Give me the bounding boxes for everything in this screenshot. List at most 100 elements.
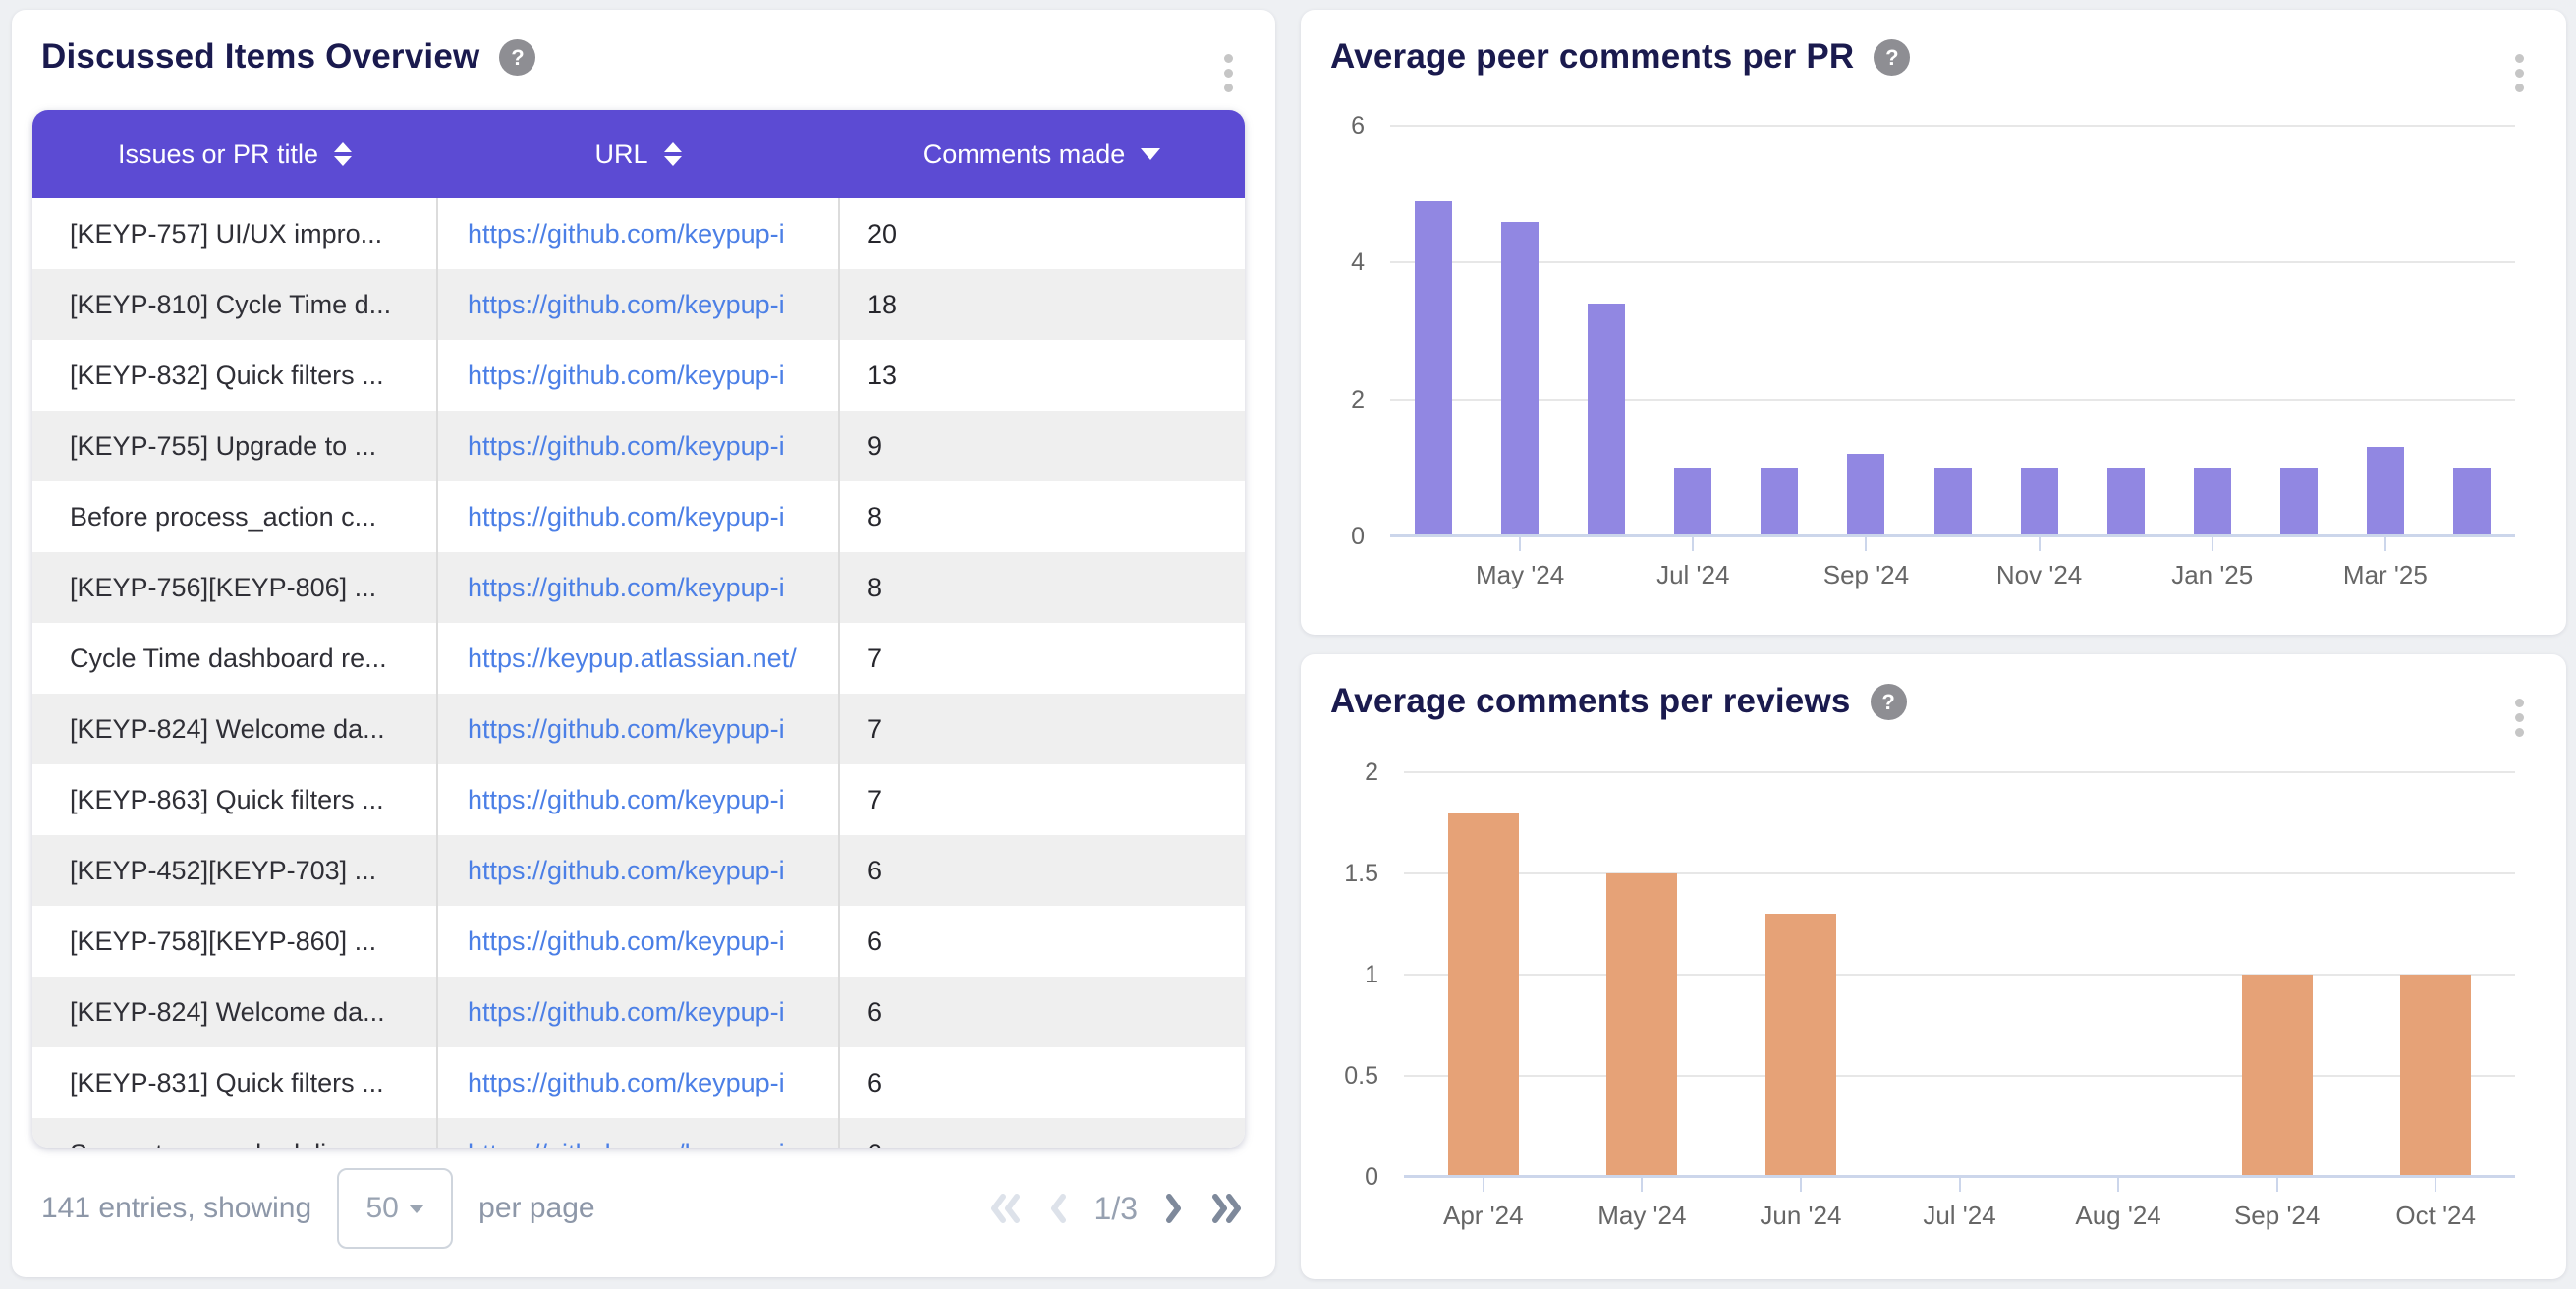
- x-axis-tick: [1865, 536, 1867, 551]
- chart-bar[interactable]: [1765, 914, 1836, 1177]
- url-link[interactable]: https://keypup.atlassian.net/: [468, 644, 797, 673]
- chart-bar[interactable]: [2194, 468, 2231, 536]
- chart-bar[interactable]: [1415, 201, 1452, 536]
- per-page-label: per page: [478, 1192, 594, 1225]
- chart-bar[interactable]: [2453, 468, 2491, 536]
- issue-title-cell: [KEYP-824] Welcome da...: [32, 694, 437, 764]
- comments-made-cell: 8: [839, 481, 1245, 552]
- table-row: [KEYP-824] Welcome da... https://github.c…: [32, 694, 1245, 764]
- x-axis-label: Jul '24: [1876, 1201, 2044, 1231]
- chart-bar[interactable]: [1448, 813, 1519, 1177]
- url-link[interactable]: https://github.com/keypup-i: [468, 219, 785, 249]
- url-link[interactable]: https://github.com/keypup-i: [468, 361, 785, 390]
- kebab-menu-icon[interactable]: [1208, 43, 1248, 102]
- gridline: [1404, 872, 2515, 874]
- column-label: URL: [594, 140, 647, 170]
- question-mark-glyph: ?: [1885, 45, 1898, 70]
- url-link[interactable]: https://github.com/keypup-i: [468, 856, 785, 885]
- chart-bar[interactable]: [1501, 222, 1539, 536]
- issue-title-cell: [KEYP-756][KEYP-806] ...: [32, 552, 437, 623]
- gridline: [1390, 399, 2515, 401]
- x-axis-label: Mar '25: [2302, 560, 2469, 590]
- url-cell: https://github.com/keypup-i: [437, 1047, 839, 1118]
- url-link[interactable]: https://github.com/keypup-i: [468, 1139, 785, 1149]
- kebab-menu-icon[interactable]: [2499, 688, 2539, 747]
- url-link[interactable]: https://github.com/keypup-i: [468, 997, 785, 1027]
- comments-made-cell: 6: [839, 835, 1245, 906]
- prev-page-button[interactable]: [1045, 1192, 1071, 1225]
- x-axis-tick: [1692, 536, 1694, 551]
- url-link[interactable]: https://github.com/keypup-i: [468, 290, 785, 319]
- chart-bar[interactable]: [2400, 975, 2471, 1177]
- gridline: [1404, 771, 2515, 773]
- comments-made-cell: 6: [839, 1047, 1245, 1118]
- x-axis-label: Aug '24: [2035, 1201, 2202, 1231]
- table-header-row: Issues or PR title URL: [32, 110, 1245, 198]
- pagination: 1/3: [986, 1191, 1246, 1227]
- table-row: [KEYP-757] UI/UX impro...https://github.…: [32, 198, 1245, 269]
- kebab-menu-icon[interactable]: [2499, 43, 2539, 102]
- first-page-button[interactable]: [986, 1192, 1026, 1225]
- column-header-comments-made[interactable]: Comments made: [839, 110, 1245, 198]
- x-axis-label: Jun '24: [1717, 1201, 1884, 1231]
- next-page-button[interactable]: [1161, 1192, 1187, 1225]
- chart-bar[interactable]: [2280, 468, 2318, 536]
- double-chevron-right-icon: [1206, 1192, 1246, 1225]
- comments-made-cell: 9: [839, 411, 1245, 481]
- url-link[interactable]: https://github.com/keypup-i: [468, 1068, 785, 1097]
- comments-made-cell: 7: [839, 764, 1245, 835]
- url-link[interactable]: https://github.com/keypup-i: [468, 502, 785, 532]
- x-axis-tick: [2212, 536, 2213, 551]
- table-row: Cycle Time dashboard re...https://keypup…: [32, 623, 1245, 694]
- y-axis-label: 1: [1310, 963, 1378, 987]
- x-axis-tick: [1641, 1177, 1643, 1192]
- url-cell: https://github.com/keypup-i: [437, 764, 839, 835]
- chart-bar[interactable]: [2021, 468, 2058, 536]
- table-row: [KEYP-758][KEYP-860] ... https://github.c…: [32, 906, 1245, 977]
- sort-desc-icon: [1141, 148, 1160, 160]
- sort-both-icon: [664, 142, 682, 166]
- url-link[interactable]: https://github.com/keypup-i: [468, 431, 785, 461]
- column-header-url[interactable]: URL: [437, 110, 839, 198]
- issue-title-cell: [KEYP-758][KEYP-860] ...: [32, 906, 437, 977]
- chart-bar[interactable]: [2242, 975, 2313, 1177]
- page-size-select[interactable]: 50: [337, 1168, 453, 1249]
- last-page-button[interactable]: [1206, 1192, 1246, 1225]
- url-link[interactable]: https://github.com/keypup-i: [468, 785, 785, 814]
- y-axis-label: 0.5: [1310, 1064, 1378, 1089]
- chart-bar[interactable]: [1674, 468, 1711, 536]
- chart-bar[interactable]: [1606, 873, 1677, 1177]
- chart-bar[interactable]: [2367, 447, 2404, 536]
- table-row: [KEYP-810] Cycle Time d...https://github…: [32, 269, 1245, 340]
- page-indicator: 1/3: [1094, 1191, 1138, 1227]
- url-cell: https://github.com/keypup-i: [437, 1118, 839, 1148]
- page-size-value: 50: [365, 1192, 398, 1225]
- y-axis-label: 6: [1296, 114, 1365, 139]
- table-row: [KEYP-831] Quick filters ...https://gith…: [32, 1047, 1245, 1118]
- chart-bar[interactable]: [1934, 468, 1972, 536]
- x-axis-label: Jan '25: [2129, 560, 2296, 590]
- chart-bar[interactable]: [1761, 468, 1798, 536]
- chart-bar[interactable]: [1847, 454, 1884, 536]
- help-icon[interactable]: ?: [499, 39, 535, 76]
- url-link[interactable]: https://github.com/keypup-i: [468, 714, 785, 744]
- url-link[interactable]: https://github.com/keypup-i: [468, 926, 785, 956]
- chart-title: Average comments per reviews: [1330, 682, 1851, 721]
- double-chevron-left-icon: [986, 1192, 1026, 1225]
- help-icon[interactable]: ?: [1871, 684, 1907, 720]
- comments-made-cell: 8: [839, 552, 1245, 623]
- comments-made-cell: 18: [839, 269, 1245, 340]
- x-axis-tick: [1800, 1177, 1802, 1192]
- y-axis-label: 0: [1296, 525, 1365, 549]
- help-icon[interactable]: ?: [1874, 39, 1910, 76]
- url-cell: https://github.com/keypup-i: [437, 340, 839, 411]
- comments-made-cell: 6: [839, 906, 1245, 977]
- column-header-issue-title[interactable]: Issues or PR title: [32, 110, 437, 198]
- comments-made-cell: 6: [839, 1118, 1245, 1148]
- table-row: [KEYP-755] Upgrade to ...https://github.…: [32, 411, 1245, 481]
- chart-bar[interactable]: [1588, 304, 1625, 536]
- issue-title-cell: Before process_action c...: [32, 481, 437, 552]
- chart-bar[interactable]: [2107, 468, 2145, 536]
- url-link[interactable]: https://github.com/keypup-i: [468, 573, 785, 602]
- gridline: [1404, 1075, 2515, 1077]
